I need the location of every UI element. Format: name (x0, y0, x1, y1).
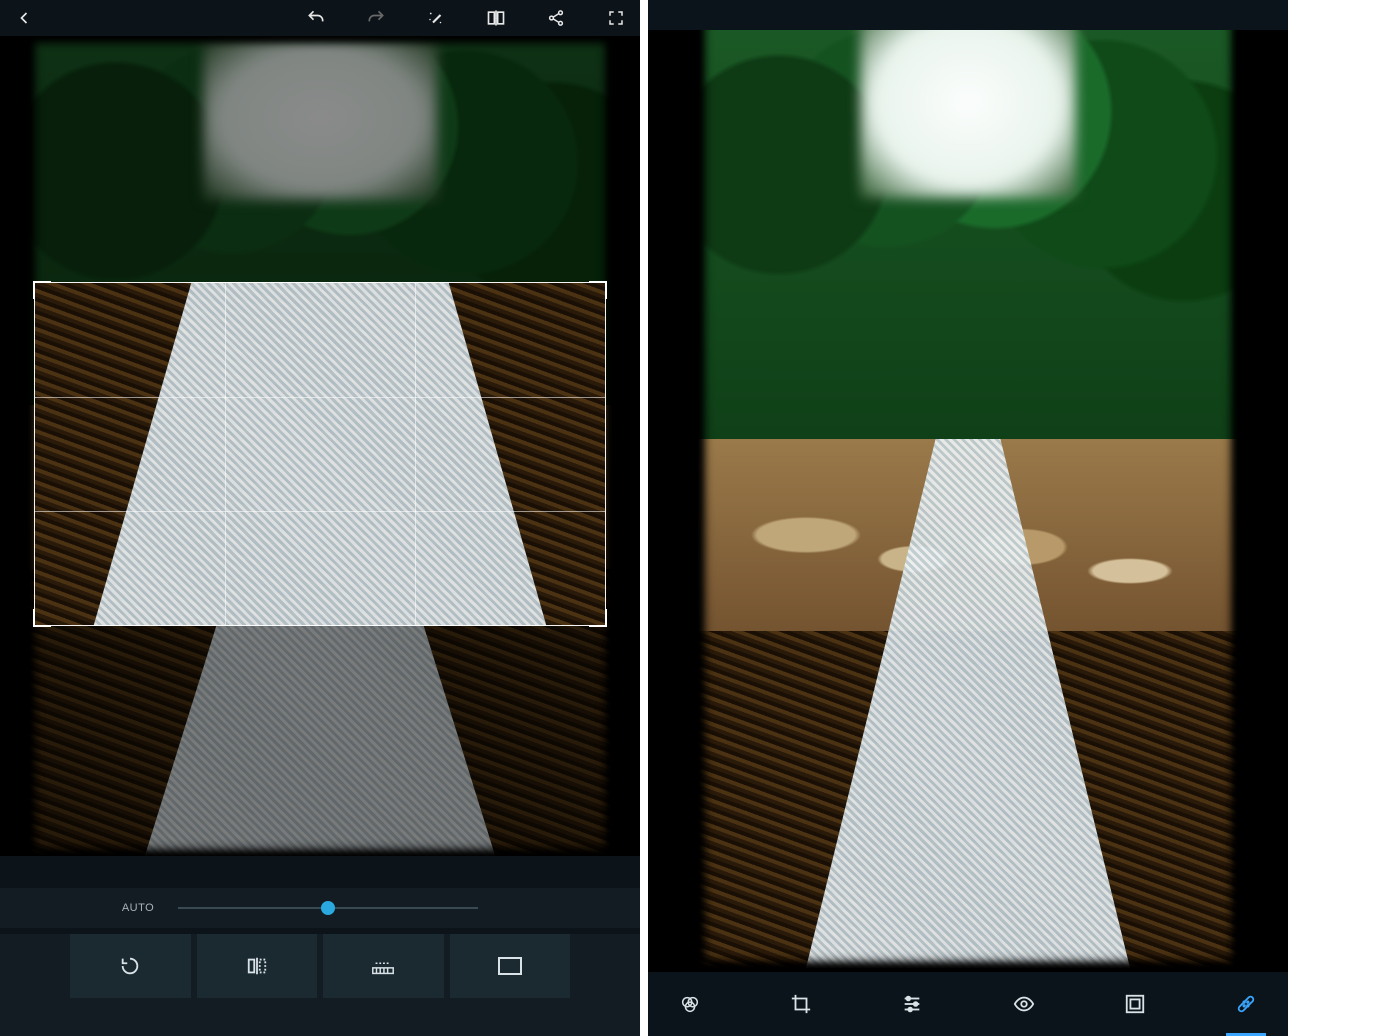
editor-crop-panel: AUTO (0, 0, 640, 1036)
editor-main-panel (648, 0, 1288, 1036)
crop-icon (790, 993, 812, 1015)
flip-horizontal-button[interactable] (197, 934, 318, 998)
tab-heal[interactable] (1230, 988, 1262, 1020)
back-button[interactable] (12, 6, 36, 30)
tab-redeye[interactable] (1008, 988, 1040, 1020)
canvas[interactable] (0, 36, 640, 856)
aspect-ratio-button[interactable] (450, 934, 571, 998)
bottom-tab-bar (648, 972, 1288, 1036)
compare-button[interactable] (484, 6, 508, 30)
topbar (0, 0, 640, 36)
crop-gridline (35, 511, 605, 512)
straighten-icon (370, 955, 396, 977)
crop-gridline (225, 283, 226, 625)
eye-icon (1012, 993, 1036, 1015)
compare-icon (486, 8, 506, 28)
topbar-actions (304, 6, 628, 30)
redo-button[interactable] (364, 6, 388, 30)
crop-handle-br[interactable] (589, 609, 607, 627)
filters-venn-icon (679, 993, 701, 1015)
frame-icon (1124, 993, 1146, 1015)
back-arrow-icon (14, 8, 34, 28)
tab-crop[interactable] (785, 988, 817, 1020)
rotate-button[interactable] (70, 934, 191, 998)
auto-label[interactable]: AUTO (122, 902, 154, 914)
share-icon (547, 9, 565, 27)
crop-handle-tl[interactable] (33, 281, 51, 299)
straighten-slider[interactable] (178, 898, 478, 918)
fullscreen-icon (607, 9, 625, 27)
redo-icon (366, 8, 386, 28)
tab-frames[interactable] (1119, 988, 1151, 1020)
crop-gridline (415, 283, 416, 625)
straighten-slider-row: AUTO (0, 888, 640, 928)
slider-knob[interactable] (321, 901, 335, 915)
undo-button[interactable] (304, 6, 328, 30)
share-button[interactable] (544, 6, 568, 30)
magic-wand-icon (427, 9, 445, 27)
aspect-ratio-icon (497, 956, 523, 976)
auto-enhance-button[interactable] (424, 6, 448, 30)
tab-adjust[interactable] (896, 988, 928, 1020)
flip-horizontal-icon (246, 955, 268, 977)
photo-preview (28, 36, 612, 856)
crop-handle-bl[interactable] (33, 609, 51, 627)
crop-frame[interactable] (34, 282, 606, 626)
tab-filters[interactable] (674, 988, 706, 1020)
bottom-padding (0, 998, 640, 1036)
undo-icon (306, 8, 326, 28)
topbar-right (648, 0, 1288, 30)
rotate-icon (119, 955, 141, 977)
photo-preview-right (698, 6, 1238, 968)
fullscreen-button[interactable] (604, 6, 628, 30)
crop-tool-row (0, 934, 640, 998)
crop-handle-tr[interactable] (589, 281, 607, 299)
sliders-icon (901, 993, 923, 1015)
crop-gridline (35, 397, 605, 398)
bandage-icon (1235, 993, 1257, 1015)
straighten-button[interactable] (323, 934, 444, 998)
canvas-right[interactable] (648, 2, 1288, 972)
